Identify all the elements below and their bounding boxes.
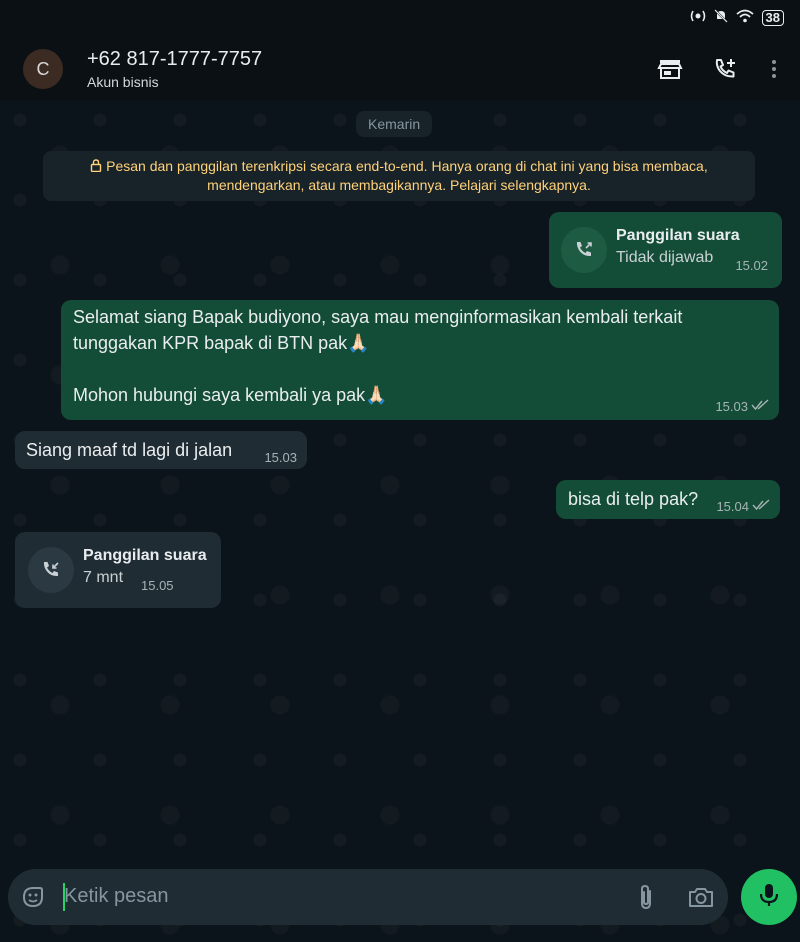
- mic-button[interactable]: [741, 869, 797, 925]
- message-time: 15.03: [715, 399, 748, 414]
- incoming-call-icon: [28, 547, 74, 593]
- message-time: 15.02: [735, 258, 768, 273]
- message-input[interactable]: Ketik pesan: [64, 885, 169, 908]
- message-meta: 15.03: [715, 399, 769, 414]
- avatar[interactable]: C: [23, 49, 63, 89]
- message-bubble-incoming[interactable]: Siang maaf td lagi di jalan 15.03: [15, 431, 307, 469]
- sticker-icon[interactable]: [20, 884, 46, 915]
- store-icon[interactable]: [657, 56, 683, 82]
- message-text: Siang maaf td lagi di jalan: [26, 440, 233, 460]
- message-time: 15.03: [264, 450, 297, 465]
- camera-icon[interactable]: [687, 884, 715, 915]
- date-chip: Kemarin: [356, 111, 433, 137]
- message-text: Selamat siang Bapak budiyono, saya mau m…: [73, 307, 683, 405]
- mic-icon: [758, 882, 780, 913]
- wifi-icon: [735, 9, 754, 26]
- message-bubble-outgoing[interactable]: bisa di telp pak? 15.04: [556, 480, 780, 519]
- call-bubble-incoming[interactable]: Panggilan suara 7 mnt 15.05: [15, 532, 221, 608]
- call-bubble-outgoing[interactable]: Panggilan suara Tidak dijawab 15.02: [549, 212, 782, 288]
- battery-level: 38: [761, 9, 784, 26]
- chat-header[interactable]: C +62 817-1777-7757 Akun bisnis: [0, 34, 800, 100]
- contact-name[interactable]: +62 817-1777-7757: [87, 48, 262, 71]
- message-composer[interactable]: Ketik pesan: [8, 869, 728, 925]
- add-call-icon[interactable]: [712, 56, 738, 82]
- call-title: Panggilan suara: [83, 547, 207, 564]
- message-time: 15.04: [716, 499, 749, 514]
- message-meta: 15.04: [716, 499, 770, 514]
- read-receipt-icon: [751, 399, 769, 414]
- status-bar: 38: [0, 0, 800, 34]
- encryption-notice-text: Pesan dan panggilan terenkripsi secara e…: [106, 158, 708, 193]
- lock-icon: [90, 158, 106, 174]
- message-bubble-outgoing[interactable]: Selamat siang Bapak budiyono, saya mau m…: [61, 300, 779, 420]
- contact-subtitle: Akun bisnis: [87, 74, 159, 90]
- read-receipt-icon: [752, 499, 770, 514]
- call-title: Panggilan suara: [616, 227, 740, 244]
- nfc-icon: [690, 9, 706, 26]
- outgoing-call-icon: [561, 227, 607, 273]
- more-vert-icon[interactable]: [761, 56, 781, 82]
- attach-icon[interactable]: [636, 883, 656, 916]
- encryption-notice[interactable]: Pesan dan panggilan terenkripsi secara e…: [43, 151, 755, 201]
- message-time: 15.05: [141, 578, 174, 593]
- call-duration: 7 mnt: [83, 569, 124, 586]
- mute-icon: [713, 9, 728, 26]
- call-status: Tidak dijawab: [616, 249, 714, 266]
